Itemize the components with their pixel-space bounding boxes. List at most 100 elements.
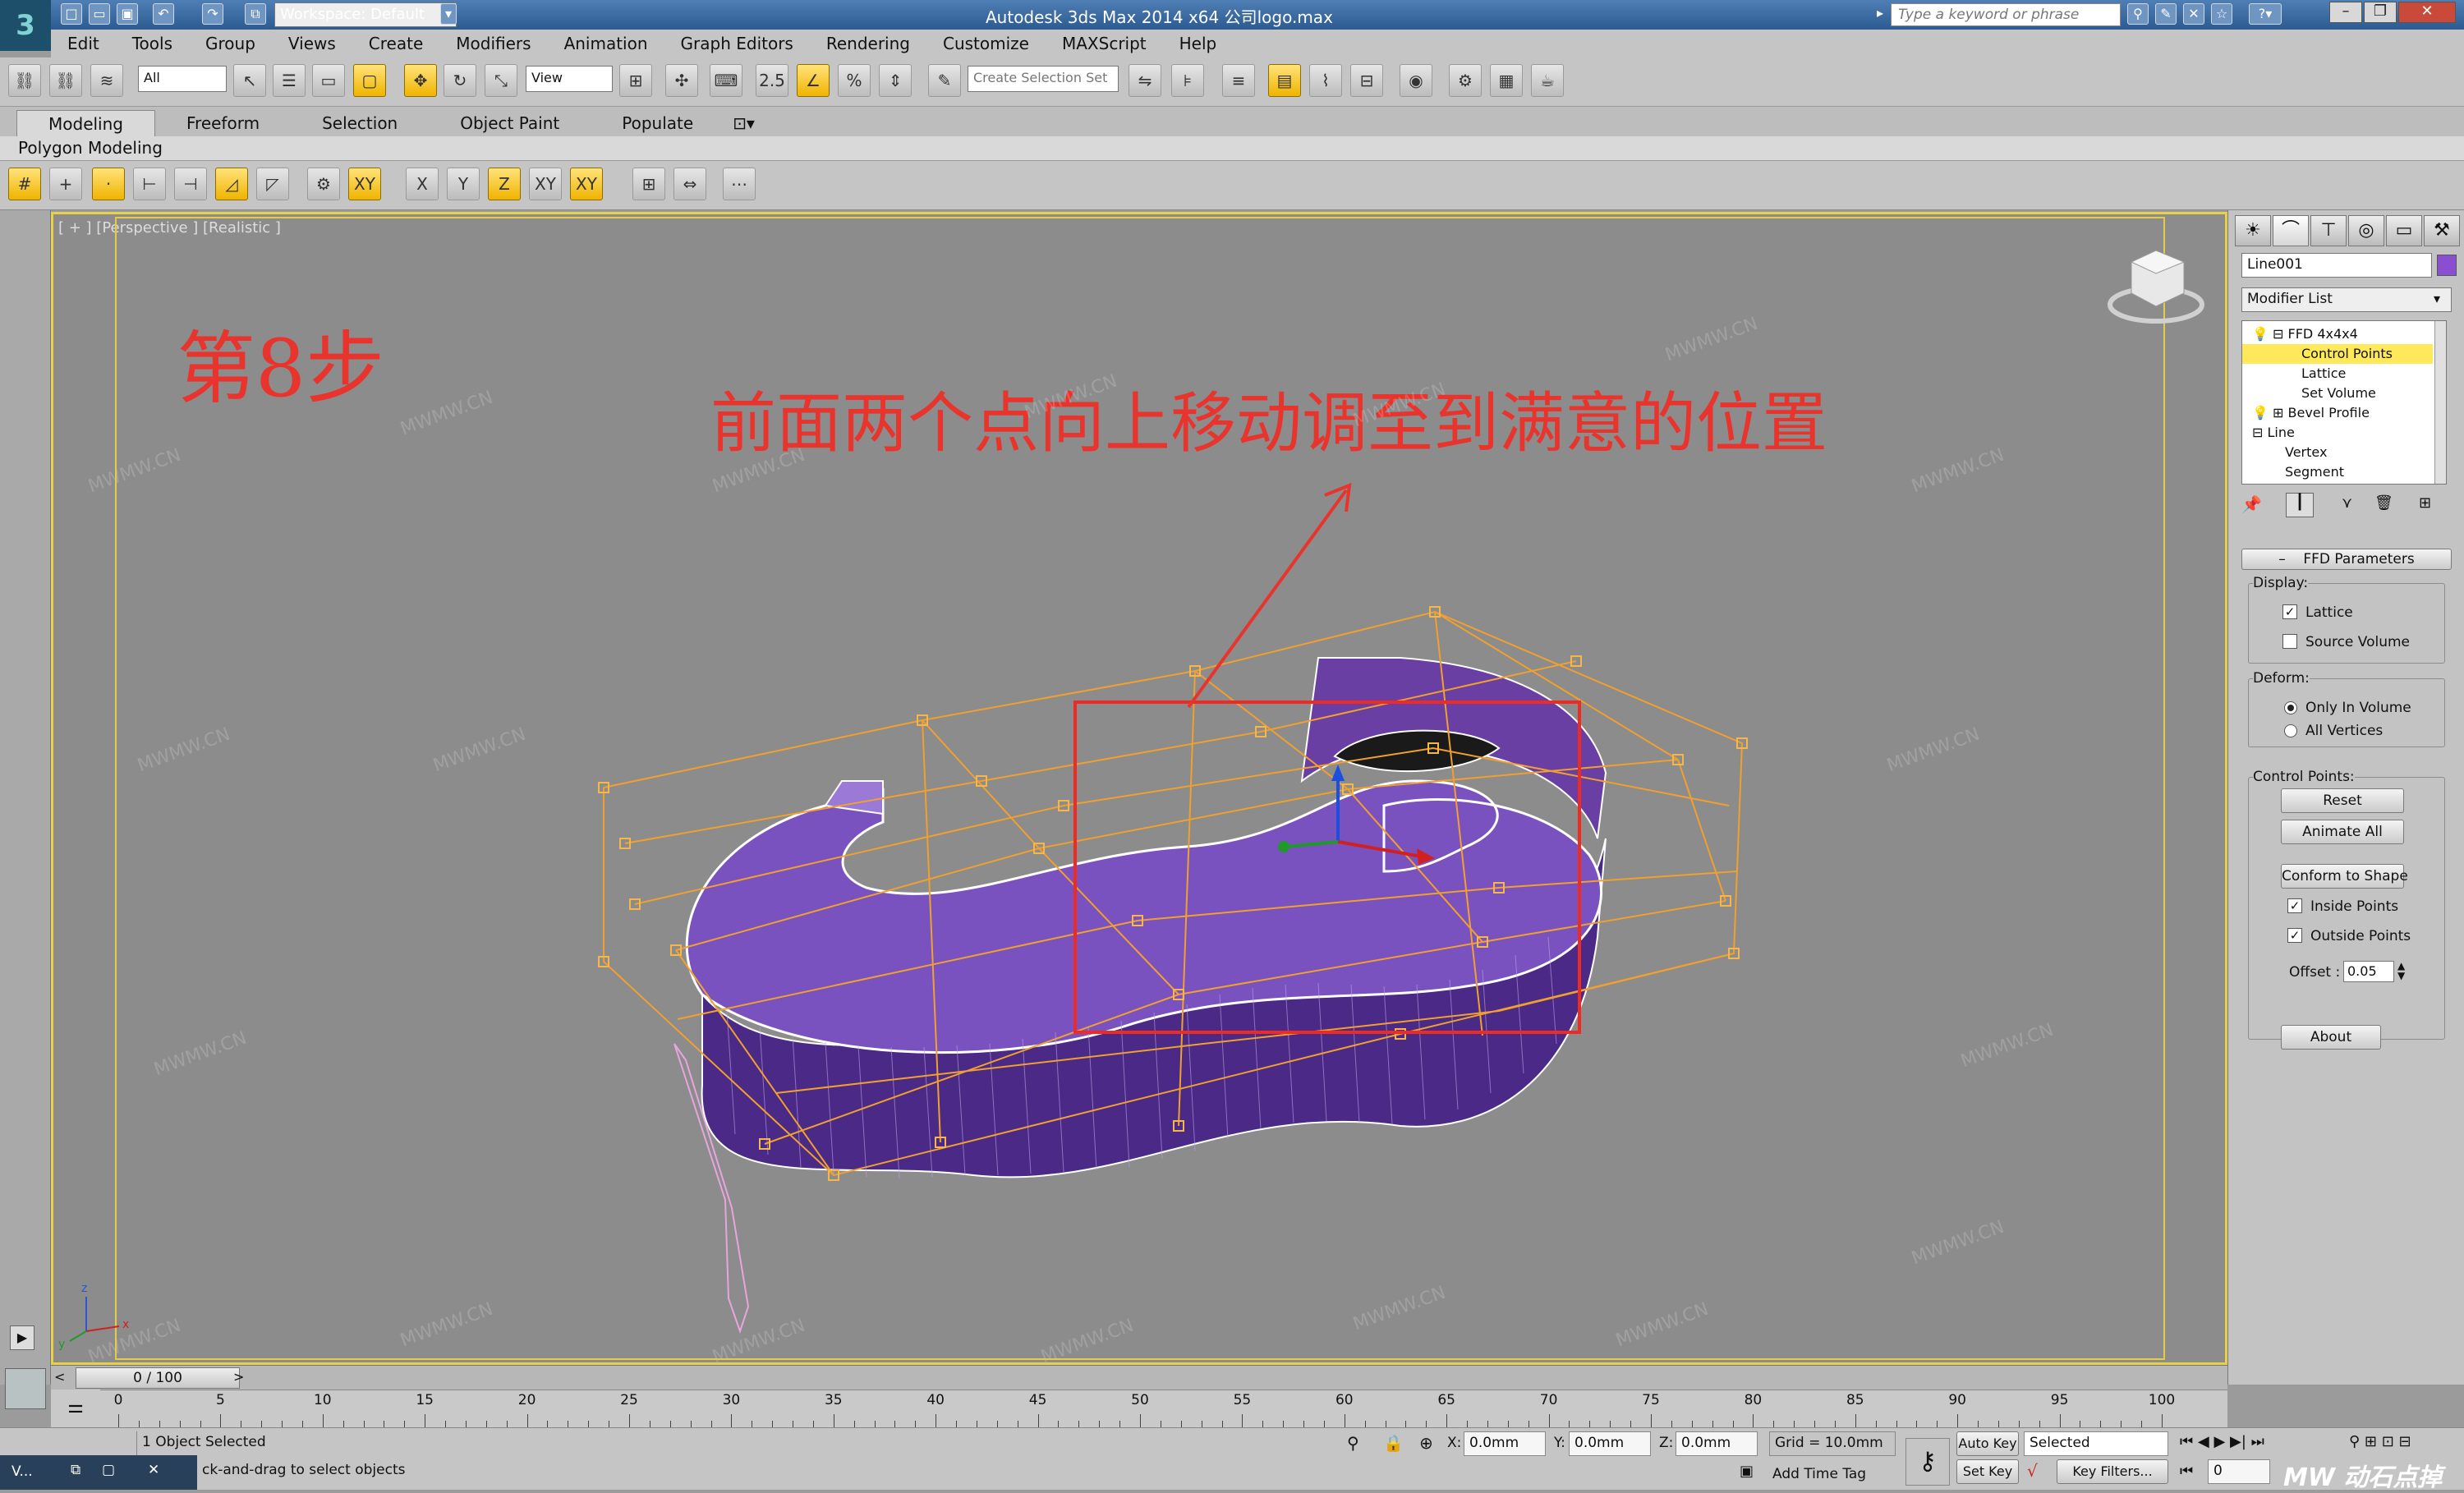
graphite-toggle-icon[interactable]: ▤ [1268, 64, 1301, 97]
toolbar-more-icon[interactable]: ⋯ [723, 168, 756, 200]
time-slider-thumb[interactable]: 0 / 100 [76, 1367, 240, 1389]
about-button[interactable]: About [2281, 1025, 2381, 1050]
set-key-button[interactable]: Set Key [1956, 1459, 2019, 1484]
pin-stack-icon[interactable]: 📌 [2241, 494, 2262, 514]
auto-key-button[interactable]: Auto Key [1956, 1431, 2019, 1456]
show-end-result-icon[interactable]: ┃ [2286, 493, 2314, 517]
playback-controls[interactable]: ⏮ ◀ ▶ ▶| ⏭ [2180, 1433, 2264, 1450]
display-tab-icon[interactable]: ▭ [2386, 215, 2422, 246]
select-manipulate-icon[interactable]: ✣ [665, 64, 698, 97]
maximize-icon[interactable]: ▢ [102, 1462, 115, 1478]
axis-xy-constraint-button[interactable]: XY [570, 168, 603, 200]
offset-spinner[interactable]: 0.05 [2343, 961, 2394, 982]
key-filters-button[interactable]: Key Filters... [2057, 1459, 2168, 1484]
add-time-tag-button[interactable]: Add Time Tag [1772, 1466, 1866, 1482]
z-coord-field[interactable]: 0.0mm [1676, 1431, 1758, 1456]
exchange-icon[interactable]: ✕ [2183, 3, 2204, 25]
binoculars-icon[interactable]: ⚲ [2127, 3, 2149, 25]
grid-snap-icon[interactable]: # [8, 168, 41, 200]
snap-options-icon[interactable]: ⚙ [307, 168, 340, 200]
key-mode-toggle-icon[interactable]: ⏮ [2180, 1463, 2193, 1480]
project-folder-icon[interactable]: ⧉ [245, 3, 266, 25]
menu-animation[interactable]: Animation [564, 34, 648, 53]
stack-item-ffd[interactable]: 💡 ⊟ FFD 4x4x4 [2242, 324, 2433, 344]
render-setup-icon[interactable]: ⚙ [1449, 64, 1482, 97]
chevron-left-icon[interactable]: < [54, 1369, 65, 1385]
key-tangent-icon[interactable]: √ [2027, 1461, 2038, 1481]
unlink-icon[interactable]: ⛓ [49, 64, 82, 97]
scale-icon[interactable]: ⤡ [485, 64, 517, 97]
modifier-list-dropdown[interactable]: Modifier List [2241, 287, 2452, 312]
stack-item-bevel-profile[interactable]: 💡 ⊞ Bevel Profile [2242, 403, 2433, 423]
link-icon[interactable]: ⛓ [8, 64, 41, 97]
object-color-swatch[interactable] [2437, 255, 2457, 276]
axis-x-button[interactable]: X [406, 168, 439, 200]
all-vertices-radio[interactable] [2284, 724, 2297, 737]
object-name-field[interactable]: Line001 [2241, 253, 2432, 278]
select-by-name-icon[interactable]: ☰ [273, 64, 306, 97]
minimize-button[interactable]: – [2329, 2, 2362, 23]
reset-button[interactable]: Reset [2281, 788, 2404, 813]
face-snap-icon[interactable]: ◸ [256, 168, 289, 200]
tab-freeform[interactable]: Freeform [155, 110, 291, 136]
array-icon[interactable]: ⊞ [632, 168, 665, 200]
menu-customize[interactable]: Customize [943, 34, 1029, 53]
menu-tools[interactable]: Tools [132, 34, 172, 53]
layer-manager-icon[interactable]: ≡ [1222, 64, 1255, 97]
make-unique-icon[interactable]: ⋎ [2342, 494, 2352, 512]
snap-xy-icon[interactable]: XY [348, 168, 381, 200]
only-in-volume-radio[interactable] [2284, 701, 2297, 714]
mini-curve-editor-icon[interactable]: ⚌ [51, 1390, 100, 1427]
polygon-modeling-label[interactable]: Polygon Modeling [18, 138, 163, 158]
menu-group[interactable]: Group [205, 34, 255, 53]
open-file-icon[interactable]: ▭ [89, 3, 110, 25]
conform-to-shape-button[interactable]: Conform to Shape [2281, 864, 2408, 889]
reference-coord-dropdown[interactable]: View [526, 66, 613, 92]
stack-item-segment[interactable]: Segment [2242, 462, 2433, 482]
utilities-tab-icon[interactable]: ⚒ [2424, 215, 2460, 246]
material-editor-icon[interactable]: ◉ [1400, 64, 1432, 97]
axis-xy-button[interactable]: XY [529, 168, 562, 200]
align-icon[interactable]: ⊧ [1171, 64, 1204, 97]
window-crossing-icon[interactable]: ▢ [353, 64, 386, 97]
stack-scrollbar[interactable] [2434, 321, 2446, 484]
maximize-button[interactable]: ❐ [2364, 2, 2397, 23]
redo-icon[interactable]: ↷ [202, 3, 223, 25]
snaps-toggle-icon[interactable]: 2.5 [756, 64, 788, 97]
key-icon[interactable]: ⚷ [1905, 1438, 1950, 1486]
workspace-dropdown[interactable]: Workspace: Default [274, 2, 457, 27]
ffd-parameters-rollout[interactable]: – FFD Parameters [2241, 549, 2452, 570]
time-tag-icon[interactable]: ▣ [1740, 1463, 1754, 1480]
curve-editor-icon[interactable]: ⌇ [1309, 64, 1342, 97]
configure-sets-icon[interactable]: ⊞ [2419, 494, 2431, 512]
chevron-down-icon[interactable]: ▾ [440, 3, 457, 25]
viewport-navigation-controls[interactable]: ⚲ ⊞ ⊡ ⊟ [2349, 1433, 2411, 1450]
pivot-center-icon[interactable]: ⊞ [619, 64, 652, 97]
close-icon[interactable]: ✕ [148, 1462, 159, 1478]
edit-named-selection-icon[interactable]: ✎ [928, 64, 961, 97]
current-frame-field[interactable]: 0 [2208, 1459, 2270, 1484]
inside-points-checkbox[interactable]: ✓ [2287, 898, 2302, 913]
stack-item-vertex[interactable]: Vertex [2242, 443, 2433, 462]
key-mode-dropdown[interactable]: Selected [2024, 1431, 2168, 1456]
motion-tab-icon[interactable]: ◎ [2348, 215, 2384, 246]
app-logo[interactable]: 3 [0, 0, 51, 51]
undo-icon[interactable]: ↶ [153, 3, 174, 25]
stack-item-control-points[interactable]: Control Points [2242, 344, 2433, 364]
bind-space-warp-icon[interactable]: ≋ [90, 64, 123, 97]
angle-snap-icon[interactable]: ∠ [797, 64, 830, 97]
absolute-mode-icon[interactable]: ⊕ [1419, 1433, 1433, 1453]
rotate-icon[interactable]: ↻ [444, 64, 476, 97]
axis-y-button[interactable]: Y [447, 168, 480, 200]
remove-modifier-icon[interactable]: 🗑 [2374, 494, 2393, 512]
save-icon[interactable]: ▣ [117, 3, 138, 25]
move-icon[interactable]: ✥ [404, 64, 437, 97]
named-selection-dropdown[interactable]: Create Selection Set [968, 66, 1119, 92]
chevron-right-icon[interactable]: ▸ [1873, 3, 1887, 25]
render-production-icon[interactable]: ☕ [1531, 64, 1564, 97]
rendered-frame-icon[interactable]: ▦ [1490, 64, 1523, 97]
selection-filter-dropdown[interactable]: All [138, 66, 227, 92]
spinner-snap-icon[interactable]: ⇕ [879, 64, 912, 97]
schematic-view-icon[interactable]: ⊟ [1350, 64, 1383, 97]
animate-all-button[interactable]: Animate All [2281, 820, 2404, 844]
